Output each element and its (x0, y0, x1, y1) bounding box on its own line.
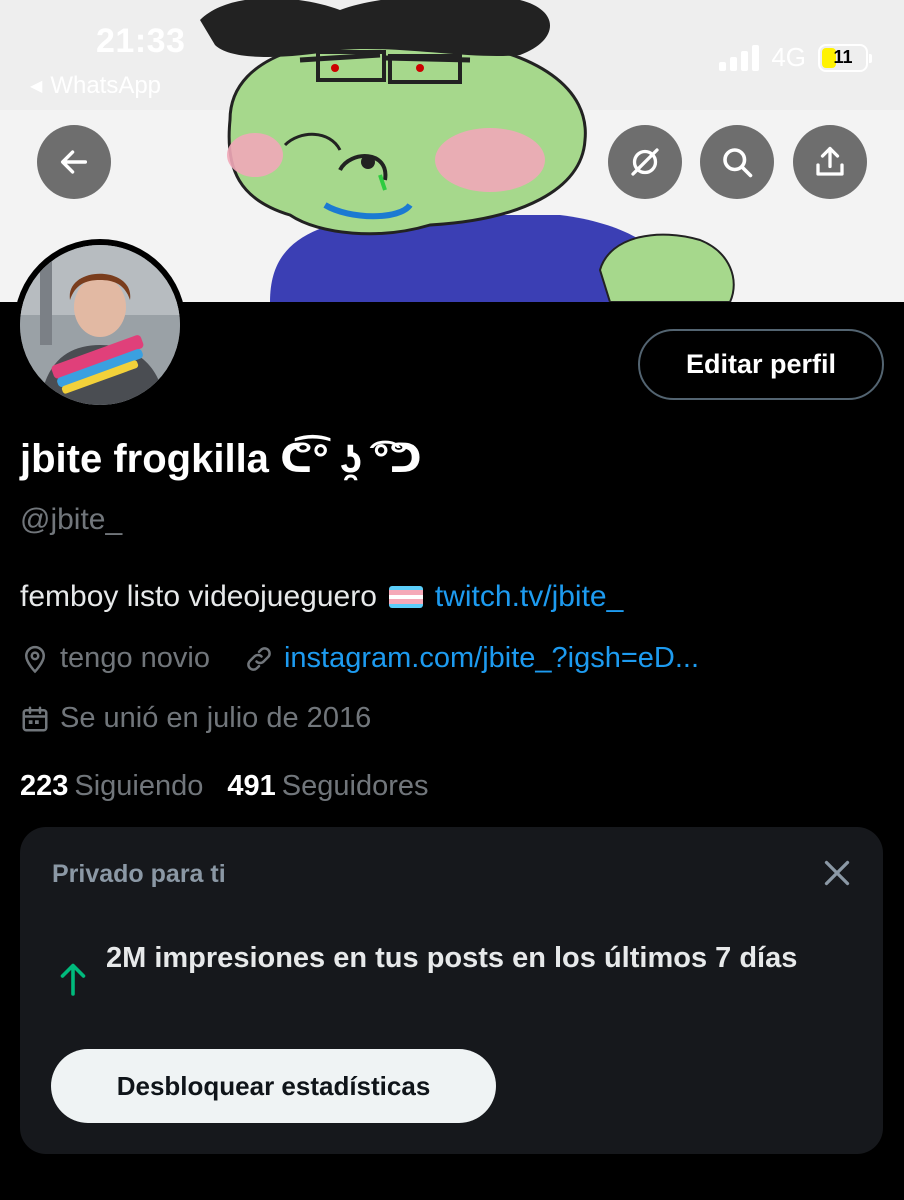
location-text: tengo novio (60, 642, 210, 674)
following-label: Siguiendo (74, 770, 204, 802)
joined-text: Se unió en julio de 2016 (60, 702, 372, 734)
back-button[interactable] (37, 125, 111, 199)
battery-level: 11 (833, 47, 853, 67)
private-insights-card: Privado para ti 2M impresiones en tus po… (20, 827, 883, 1154)
website[interactable]: instagram.com/jbite_?igsh=eD... (244, 642, 699, 675)
card-title: Privado para ti (52, 860, 226, 888)
bio-text: femboy listo videojueguero (20, 580, 377, 613)
close-card-button[interactable] (819, 855, 855, 891)
bio: femboy listo videojueguero twitch.tv/jbi… (20, 580, 623, 614)
following-stat[interactable]: 223 Siguiendo (20, 770, 203, 803)
following-count: 223 (20, 770, 69, 802)
location: tengo novio (20, 642, 210, 675)
website-link[interactable]: instagram.com/jbite_?igsh=eD... (284, 642, 699, 675)
display-name: jbite frogkilla ᕦ͡° ʖ̯ ͡°ᕤ (20, 437, 422, 481)
avatar-photo (20, 245, 180, 405)
hide-button[interactable] (608, 125, 682, 199)
edit-profile-button[interactable]: Editar perfil (638, 329, 884, 400)
close-icon (824, 860, 850, 886)
share-icon (816, 146, 844, 176)
back-to-app-link[interactable]: ◀ WhatsApp (30, 72, 161, 100)
status-indicators: 4G 11 (719, 42, 872, 73)
growth-arrow-icon (60, 963, 86, 996)
unlock-stats-button[interactable]: Desbloquear estadísticas (51, 1049, 496, 1123)
back-triangle-icon: ◀ (30, 78, 43, 95)
impressions-message: 2M impresiones en tus posts en los últim… (106, 942, 798, 974)
back-app-label: WhatsApp (50, 72, 162, 99)
trans-flag-icon (388, 586, 423, 608)
search-icon (723, 148, 753, 178)
calendar-icon (22, 706, 48, 731)
share-button[interactable] (793, 125, 867, 199)
joined: Se unió en julio de 2016 (20, 702, 371, 735)
followers-count: 491 (227, 770, 276, 802)
followers-stat[interactable]: 491 Seguidores (227, 770, 428, 803)
network-type: 4G (771, 42, 806, 72)
status-time: 21:33 (96, 22, 186, 60)
location-pin-icon (24, 645, 46, 673)
back-arrow-icon (60, 150, 88, 174)
profile-meta-row: tengo novio instagram.com/jbite_?igsh=eD… (20, 642, 699, 675)
followers-label: Seguidores (281, 770, 429, 802)
profile-avatar[interactable] (14, 239, 186, 411)
username-handle: @jbite_ (20, 503, 123, 536)
joined-row: Se unió en julio de 2016 (20, 702, 371, 735)
bio-twitch-link[interactable]: twitch.tv/jbite_ (435, 580, 623, 614)
search-button[interactable] (700, 125, 774, 199)
battery-icon: 11 (818, 43, 872, 72)
follow-stats: 223 Siguiendo 491 Seguidores (20, 770, 429, 803)
signal-icon (719, 44, 760, 71)
link-icon (247, 646, 271, 671)
eye-slash-icon (631, 148, 659, 176)
